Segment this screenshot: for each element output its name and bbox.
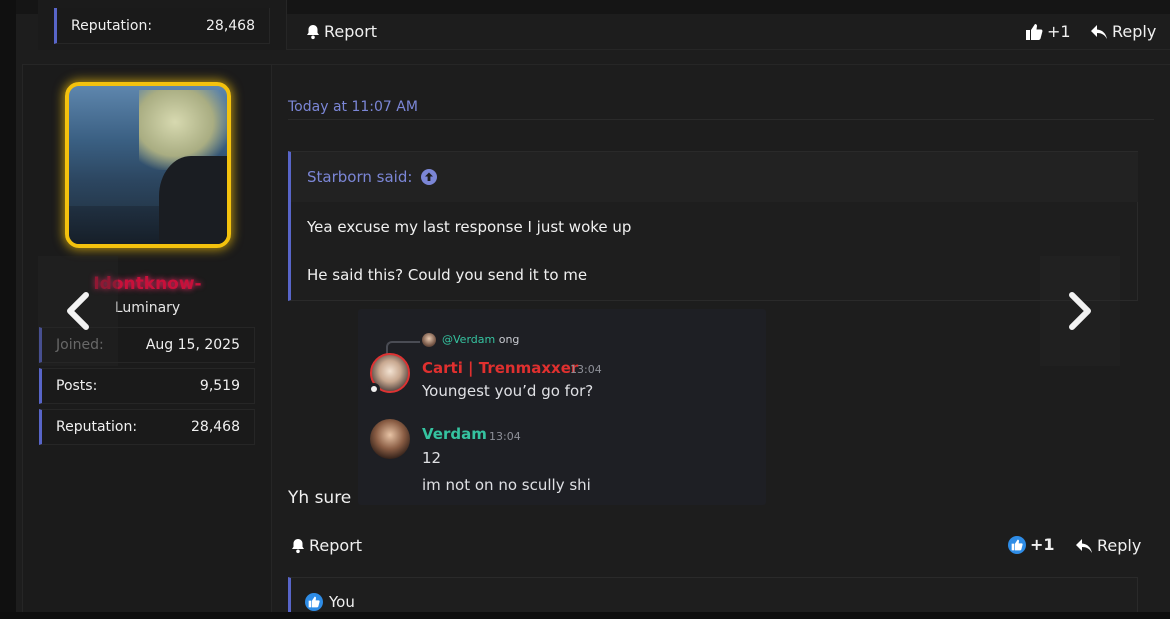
prev-report-button[interactable]: Report — [306, 22, 377, 41]
reply-snippet: ong — [498, 333, 520, 346]
posts-value: 9,519 — [199, 378, 240, 394]
posts-label: Posts: — [56, 378, 98, 394]
prev-reply-button[interactable]: Reply — [1090, 22, 1156, 41]
post-timestamp[interactable]: Today at 11:07 AM — [288, 65, 1154, 120]
reputation-row: Reputation: 28,468 — [39, 409, 255, 445]
prev-reputation-label: Reputation: — [71, 17, 153, 34]
posts-row: Posts: 9,519 — [39, 368, 255, 404]
avatar[interactable] — [65, 82, 231, 248]
quote-line-2: He said this? Could you send it to me — [307, 266, 588, 284]
verdam-message-1: 12 — [422, 449, 442, 467]
thumbs-up-icon — [305, 593, 323, 611]
verdam-time: 13:04 — [489, 430, 521, 443]
report-button[interactable]: Report — [291, 536, 362, 555]
arrow-up-circle-icon[interactable] — [420, 168, 438, 186]
reputation-value: 28,468 — [191, 419, 240, 435]
post-main: Today at 11:07 AM Starborn said: Yea exc… — [272, 65, 1170, 619]
prev-report-label: Report — [324, 22, 378, 41]
verdam-name: Verdam — [422, 425, 487, 443]
bell-icon — [292, 538, 304, 553]
report-label: Report — [309, 536, 363, 555]
prev-reply-label: Reply — [1112, 22, 1157, 41]
timestamp-text[interactable]: Today at 11:07 AM — [288, 99, 418, 115]
status-icon — [368, 383, 380, 395]
prev-post-actions: Report +1 Reply — [287, 0, 1170, 50]
carousel-prev-button[interactable] — [38, 256, 118, 366]
prev-reputation-value: 28,468 — [206, 17, 255, 34]
carti-time: 13:04 — [570, 363, 602, 376]
prev-reputation-row: Reputation: 28,468 — [54, 8, 270, 44]
bell-icon — [307, 24, 319, 39]
thumbs-up-icon — [1026, 23, 1043, 40]
window-bottom-edge — [0, 612, 1170, 619]
quote-line-1: Yea excuse my last response I just woke … — [307, 218, 632, 236]
reply-button[interactable]: Reply — [1075, 536, 1141, 555]
quote-author[interactable]: Starborn said: — [307, 168, 412, 186]
reply-preview: @Verdam ong — [442, 333, 519, 346]
post-body-text: Yh sure — [288, 488, 352, 508]
reply-mention: @Verdam — [442, 333, 496, 346]
chevron-left-icon — [67, 292, 89, 330]
reply-icon — [1091, 24, 1107, 39]
like-button[interactable]: +1 — [1008, 535, 1055, 554]
prev-like-count: +1 — [1047, 22, 1071, 41]
discord-screenshot[interactable]: @Verdam ong Carti | Trenmaxxer 13:04 You… — [358, 309, 766, 505]
window-edge — [0, 0, 16, 619]
reply-label: Reply — [1097, 536, 1142, 555]
like-count: +1 — [1030, 535, 1055, 554]
thumbs-up-icon — [1008, 535, 1026, 554]
joined-value: Aug 15, 2025 — [145, 337, 240, 353]
quote-block: Starborn said: Yea excuse my last respon… — [288, 151, 1138, 301]
prev-like-button[interactable]: +1 — [1025, 22, 1071, 41]
quote-header[interactable]: Starborn said: — [291, 152, 1138, 202]
reply-icon — [1076, 538, 1092, 553]
carti-message: Youngest you’d go for? — [422, 382, 594, 400]
verdam-avatar — [370, 419, 410, 459]
verdam-message-2: im not on no scully shi — [422, 476, 591, 494]
chevron-right-icon — [1069, 292, 1091, 330]
reputation-label: Reputation: — [56, 419, 138, 435]
avatar-figure — [159, 156, 227, 244]
carti-name: Carti | Trenmaxxer — [422, 359, 579, 377]
reply-avatar — [422, 333, 436, 347]
likes-by: You — [329, 593, 355, 611]
post: Idontknow- Luminary Joined: Aug 15, 2025… — [22, 64, 1170, 619]
carousel-next-button[interactable] — [1040, 256, 1120, 366]
